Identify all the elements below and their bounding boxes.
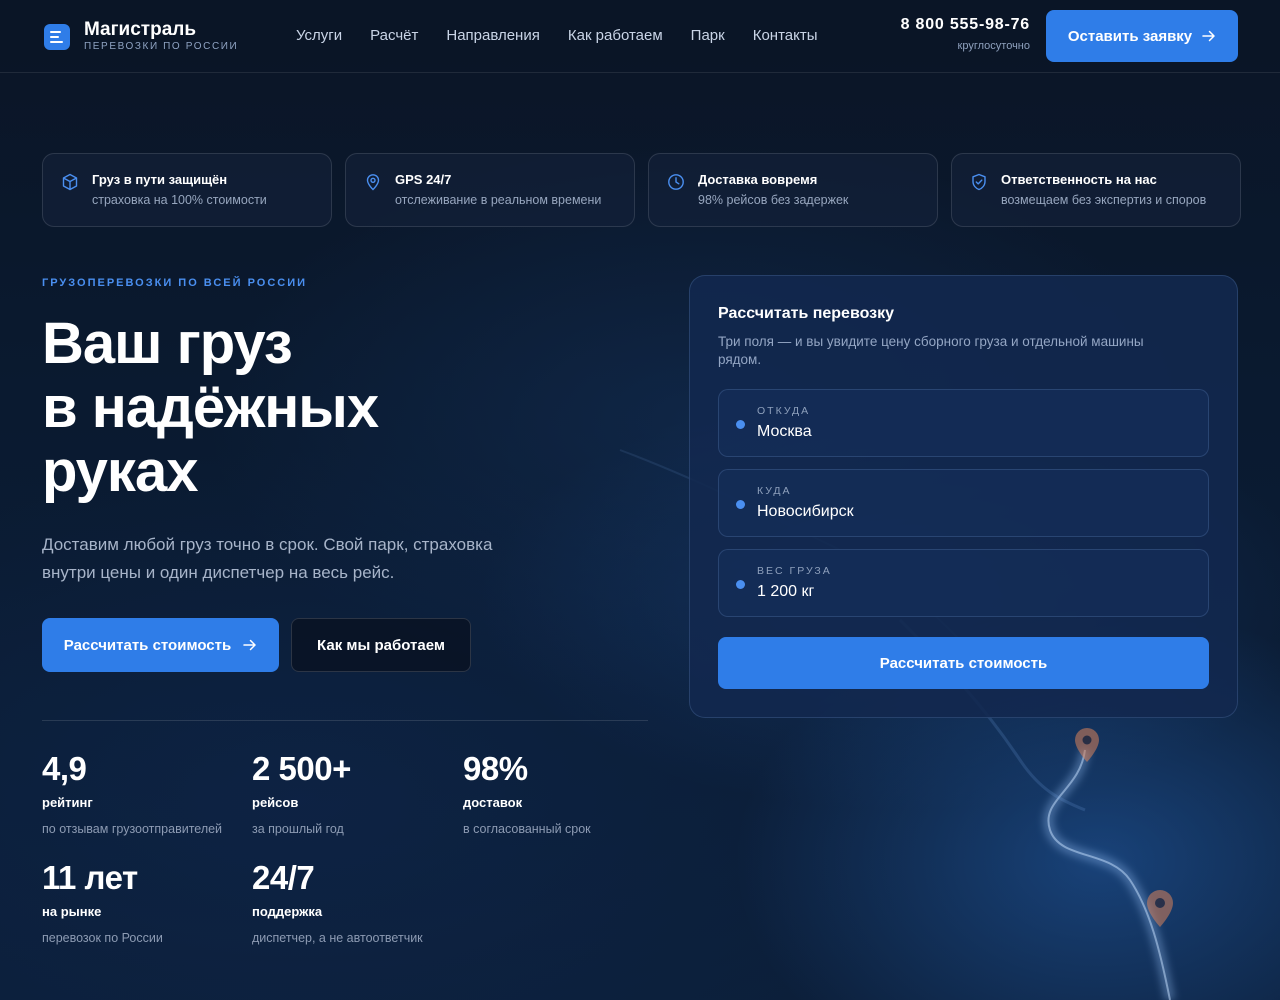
nav-link-directions[interactable]: Направления xyxy=(446,27,540,45)
stat-item: 98% доставок в согласованный срок xyxy=(463,750,673,837)
nav-link-contacts[interactable]: Контакты xyxy=(753,27,818,45)
feature-subtitle: отслеживание в реальном времени xyxy=(395,193,602,207)
feature-card: Ответственность на нас возмещаем без экс… xyxy=(951,153,1241,227)
calculator-submit-button[interactable]: Рассчитать стоимость xyxy=(718,637,1209,689)
feature-subtitle: возмещаем без экспертиз и споров xyxy=(1001,193,1207,207)
weight-label: ВЕС ГРУЗА xyxy=(757,565,832,577)
stat-value: 2 500+ xyxy=(252,750,351,787)
feature-card: GPS 24/7 отслеживание в реальном времени xyxy=(345,153,635,227)
stat-item: 4,9 рейтинг по отзывам грузоотправителей xyxy=(42,750,252,837)
origin-input[interactable] xyxy=(757,421,1187,443)
logo-icon xyxy=(44,23,70,50)
origin-field[interactable]: ОТКУДА xyxy=(718,389,1209,457)
brand-tagline: ПЕРЕВОЗКИ ПО РОССИИ xyxy=(84,41,239,52)
stat-subtitle: по отзывам грузоотправителей xyxy=(42,822,223,836)
stat-value: 98% xyxy=(463,750,528,787)
stat-subtitle: диспетчер, а не автоответчик xyxy=(252,931,423,945)
hero-eyebrow: ГРУЗОПЕРЕВОЗКИ ПО ВСЕЙ РОССИИ xyxy=(42,277,308,289)
field-dot-icon xyxy=(736,500,745,509)
phone-number[interactable]: 8 800 555-98-76 xyxy=(901,15,1030,35)
stat-subtitle: за прошлый год xyxy=(252,822,344,836)
brand-name: Магистраль xyxy=(84,19,197,40)
hero-title-line: Ваш груз xyxy=(42,311,293,376)
box-icon xyxy=(62,173,78,191)
destination-label: КУДА xyxy=(757,485,792,497)
stat-item: 2 500+ рейсов за прошлый год xyxy=(252,750,462,837)
calculator-description: Три поля — и вы увидите цену сборного гр… xyxy=(718,334,1144,367)
destination-input[interactable] xyxy=(757,501,1187,523)
clock-icon xyxy=(668,174,684,190)
how-we-work-button[interactable]: Как мы работаем xyxy=(291,618,471,672)
feature-card: Груз в пути защищён страховка на 100% ст… xyxy=(42,153,332,227)
hero-title-line: руках xyxy=(42,439,198,504)
stat-value: 4,9 xyxy=(42,750,87,787)
field-dot-icon xyxy=(736,580,745,589)
nav-link-calculation[interactable]: Расчёт xyxy=(370,27,418,45)
stats-divider xyxy=(42,720,648,721)
arrow-right-icon xyxy=(243,639,256,651)
arrow-right-icon xyxy=(1202,30,1215,42)
feature-card: Доставка вовремя 98% рейсов без задержек xyxy=(648,153,938,227)
nav-link-fleet[interactable]: Парк xyxy=(691,27,725,45)
site-header: Магистраль ПЕРЕВОЗКИ ПО РОССИИ Услуги Ра… xyxy=(0,0,1280,73)
features-row: Груз в пути защищён страховка на 100% ст… xyxy=(42,153,1241,227)
shield-check-icon xyxy=(972,173,986,191)
weight-field[interactable]: ВЕС ГРУЗА xyxy=(718,549,1209,617)
main-nav: Услуги Расчёт Направления Как работаем П… xyxy=(296,27,818,45)
hero-description: Доставим любой груз точно в срок. Свой п… xyxy=(42,535,493,582)
location-pin-icon xyxy=(366,174,380,191)
origin-label: ОТКУДА xyxy=(757,405,811,417)
hero-title-line: в надёжных xyxy=(42,375,379,440)
stat-label: поддержка xyxy=(252,904,323,919)
feature-subtitle: 98% рейсов без задержек xyxy=(698,193,849,207)
destination-field[interactable]: КУДА xyxy=(718,469,1209,537)
contact-block: 8 800 555-98-76 круглосуточно xyxy=(901,15,1030,52)
stat-label: рейтинг xyxy=(42,795,93,810)
logo[interactable]: Магистраль ПЕРЕВОЗКИ ПО РОССИИ xyxy=(44,20,238,53)
calculate-cost-button[interactable]: Рассчитать стоимость xyxy=(42,618,279,672)
stat-subtitle: в согласованный срок xyxy=(463,822,591,836)
stat-value: 11 лет xyxy=(42,859,138,896)
stat-label: рейсов xyxy=(252,795,299,810)
stat-value: 24/7 xyxy=(252,859,315,896)
phone-hours: круглосуточно xyxy=(957,40,1030,52)
feature-subtitle: страховка на 100% стоимости xyxy=(92,193,267,207)
hero-title: Ваш груз в надёжных руках xyxy=(42,312,642,504)
field-dot-icon xyxy=(736,420,745,429)
leave-request-button[interactable]: Оставить заявку xyxy=(1046,10,1238,62)
calculator-title: Рассчитать перевозку xyxy=(718,305,894,322)
stat-item: 24/7 поддержка диспетчер, а не автоответ… xyxy=(252,859,462,946)
feature-title: Ответственность на нас xyxy=(1001,172,1157,187)
shipping-calculator: Рассчитать перевозку Три поля — и вы уви… xyxy=(689,275,1238,718)
stat-label: доставок xyxy=(463,795,523,810)
weight-input[interactable] xyxy=(757,581,1187,603)
leave-request-label: Оставить заявку xyxy=(1067,27,1193,45)
nav-link-services[interactable]: Услуги xyxy=(296,27,342,45)
stat-label: на рынке xyxy=(42,904,102,919)
feature-title: GPS 24/7 xyxy=(395,172,452,187)
nav-link-how-we-work[interactable]: Как работаем xyxy=(568,27,663,45)
calculate-cost-label: Рассчитать стоимость xyxy=(63,636,232,654)
stat-subtitle: перевозок по России xyxy=(42,931,163,945)
feature-title: Груз в пути защищён xyxy=(92,172,228,187)
feature-title: Доставка вовремя xyxy=(698,172,818,187)
stat-item: 11 лет на рынке перевозок по России xyxy=(42,859,252,946)
